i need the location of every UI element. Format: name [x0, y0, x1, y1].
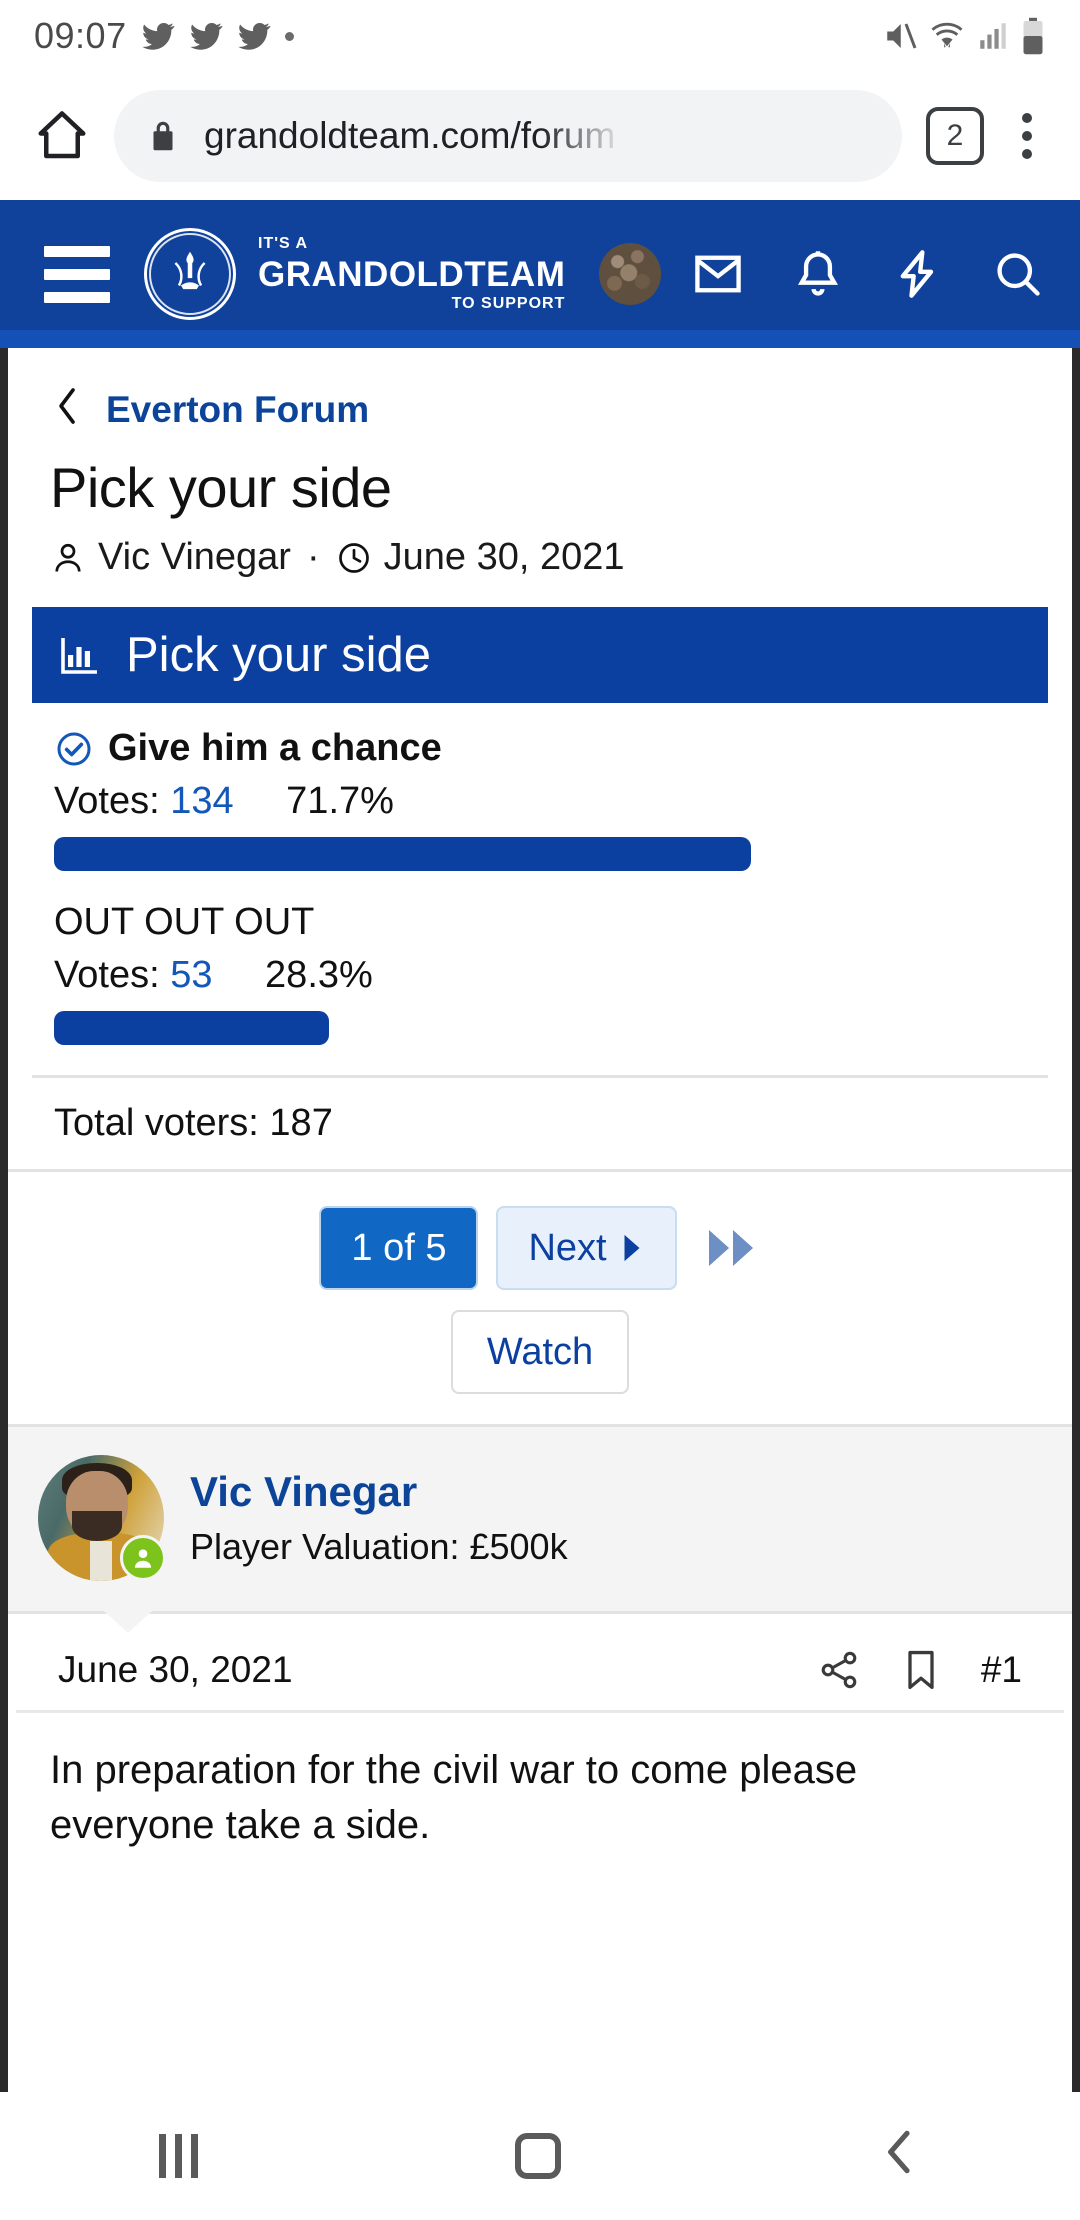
thread-author[interactable]: Vic Vinegar	[98, 536, 291, 579]
poll-bar-track	[54, 837, 1026, 871]
meta-separator: ·	[306, 536, 320, 578]
watch-row: Watch	[8, 1310, 1072, 1424]
lightning-bolt-icon[interactable]	[890, 246, 946, 302]
search-icon[interactable]	[990, 246, 1046, 302]
home-square-icon[interactable]	[514, 2133, 561, 2179]
envelope-icon[interactable]	[690, 246, 746, 302]
pagination-row: 1 of 5 Next	[8, 1206, 1072, 1290]
total-voters: Total voters: 187	[32, 1075, 1048, 1169]
post-author-title: Player Valuation: £500k	[190, 1526, 568, 1567]
twitter-icon	[141, 19, 175, 53]
post-date[interactable]: June 30, 2021	[58, 1649, 293, 1691]
wifi-icon	[928, 17, 966, 55]
pagination: 1 of 5 Next Watch	[8, 1169, 1072, 1424]
bookmark-icon[interactable]	[901, 1648, 941, 1692]
votes-count[interactable]: 134	[170, 780, 233, 822]
next-page-label: Next	[528, 1226, 607, 1269]
double-chevron-right-icon[interactable]	[705, 1225, 761, 1271]
poll-header: Pick your side	[32, 607, 1048, 703]
post-actions: #1	[817, 1648, 1022, 1692]
post-meta: June 30, 2021 #1	[16, 1614, 1064, 1713]
thread-date: June 30, 2021	[383, 536, 625, 578]
header-icon-group	[690, 246, 1046, 302]
poll-option-label-row: OUT OUT OUT	[54, 901, 1026, 944]
votes-label: Votes:	[54, 780, 160, 822]
post-author-info: Vic Vinegar Player Valuation: £500k	[190, 1468, 568, 1568]
tab-counter-button[interactable]: 2	[926, 107, 984, 165]
home-icon[interactable]	[26, 100, 98, 172]
check-circle-icon	[54, 729, 94, 769]
poll-widget: Pick your side Give him a chance Votes: …	[32, 607, 1048, 1169]
poll-bar-track	[54, 1011, 1026, 1045]
page-title: Pick your side	[50, 456, 392, 519]
poll-option-label-row: Give him a chance	[54, 727, 1026, 770]
avatar[interactable]	[38, 1455, 166, 1581]
android-status-bar: 09:07	[0, 0, 1080, 72]
poll-option-label: OUT OUT OUT	[54, 901, 315, 943]
hamburger-icon[interactable]	[34, 245, 120, 303]
twitter-icon	[189, 19, 223, 53]
clock-icon	[336, 540, 372, 576]
grandoldteam-crest-icon[interactable]	[144, 228, 236, 320]
chevron-left-icon[interactable]	[50, 382, 84, 437]
kebab-menu-icon[interactable]	[1000, 113, 1054, 159]
browser-toolbar: grandoldteam.com/forum 2	[0, 72, 1080, 200]
wordmark-main: GRANDOLDTEAM	[258, 255, 566, 294]
wordmark-top: IT'S A	[258, 235, 309, 252]
status-bar-clock: 09:07	[34, 15, 127, 56]
votes-percent: 28.3%	[265, 954, 373, 996]
site-header: IT'S A GRANDOLDTEAM TO SUPPORT	[0, 200, 1080, 348]
back-chevron-icon[interactable]	[878, 2124, 922, 2189]
thread-meta: Vic Vinegar · June 30, 2021	[8, 520, 1072, 579]
post-author-block: Vic Vinegar Player Valuation: £500k	[8, 1424, 1072, 1636]
breadcrumb-label[interactable]: Everton Forum	[106, 389, 369, 431]
person-icon	[50, 540, 86, 576]
poll-option[interactable]: OUT OUT OUT Votes: 53 28.3%	[54, 901, 1026, 1045]
poll-options: Give him a chance Votes: 134 71.7% OUT O…	[32, 703, 1048, 1045]
post-number[interactable]: #1	[981, 1649, 1022, 1691]
watch-button[interactable]: Watch	[450, 1310, 630, 1394]
status-bar-right	[882, 17, 1046, 55]
votes-count[interactable]: 53	[170, 954, 212, 996]
poll-bar-fill	[54, 1011, 330, 1045]
signal-icon	[976, 19, 1010, 53]
poll-option-stats: Votes: 134 71.7%	[54, 780, 1026, 823]
user-avatar[interactable]	[599, 243, 662, 305]
address-bar[interactable]: grandoldteam.com/forum	[114, 90, 902, 182]
share-icon[interactable]	[817, 1648, 861, 1692]
lock-icon	[144, 117, 182, 155]
bell-icon[interactable]	[790, 246, 846, 302]
online-user-icon	[120, 1535, 166, 1581]
breadcrumb[interactable]: Everton Forum	[8, 348, 1072, 437]
poll-option[interactable]: Give him a chance Votes: 134 71.7%	[54, 727, 1026, 871]
status-bar-left: 09:07	[34, 15, 294, 57]
site-wordmark[interactable]: IT'S A GRANDOLDTEAM TO SUPPORT	[258, 236, 565, 312]
poll-title: Pick your side	[126, 628, 432, 682]
poll-bar-fill	[54, 837, 751, 871]
page-content: Everton Forum Pick your side Vic Vinegar…	[0, 348, 1080, 2108]
recent-apps-icon[interactable]	[158, 2134, 198, 2178]
twitter-icon	[237, 19, 271, 53]
wordmark-sub: TO SUPPORT	[451, 295, 566, 312]
battery-icon	[1020, 17, 1046, 55]
votes-label: Votes:	[54, 954, 160, 996]
speech-tail	[101, 1611, 155, 1636]
votes-percent: 71.7%	[286, 780, 394, 822]
triangle-right-icon	[619, 1233, 645, 1263]
post-author-name[interactable]: Vic Vinegar	[190, 1468, 568, 1516]
url-text: grandoldteam.com/forum	[204, 115, 616, 156]
poll-option-stats: Votes: 53 28.3%	[54, 954, 1026, 997]
android-nav-bar	[0, 2092, 1080, 2220]
mute-icon	[882, 18, 918, 54]
post-body: In preparation for the civil war to come…	[50, 1748, 858, 1848]
next-page-button[interactable]: Next	[496, 1206, 677, 1290]
dot-icon	[284, 31, 294, 41]
bar-chart-icon	[56, 631, 104, 679]
page-indicator-button[interactable]: 1 of 5	[319, 1206, 479, 1290]
poll-option-label: Give him a chance	[108, 727, 442, 769]
